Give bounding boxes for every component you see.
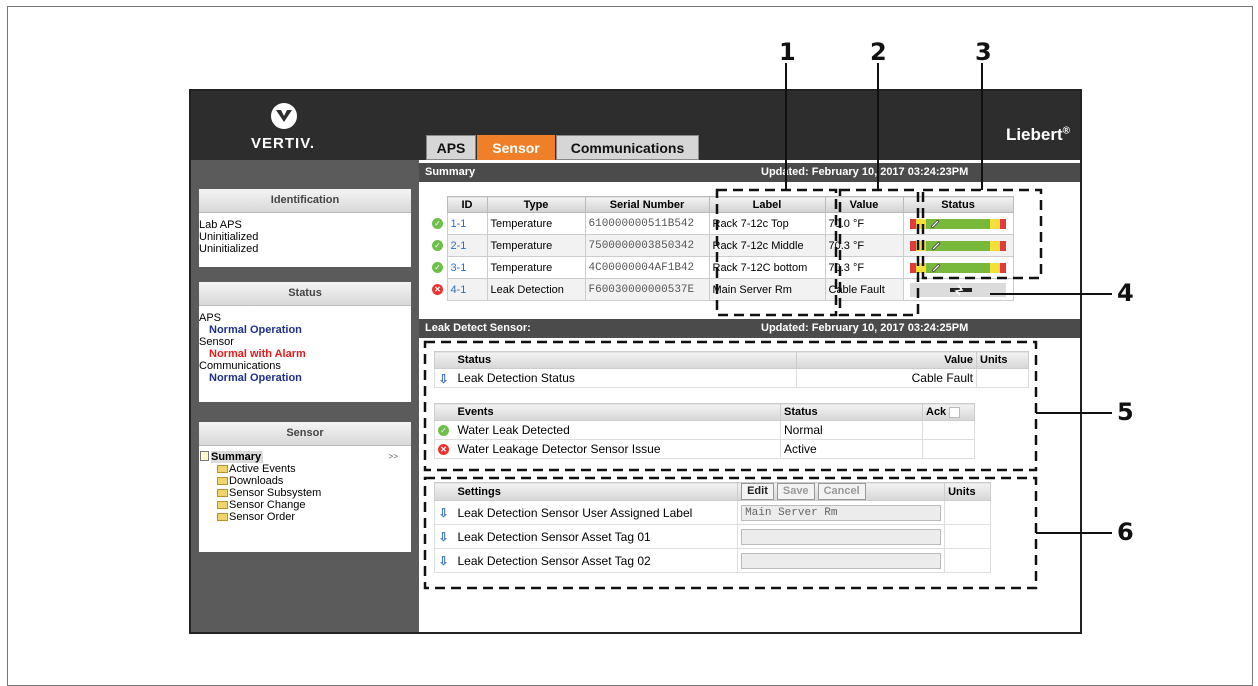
dashed-box-value (838, 188, 920, 317)
dashed-box-settings (423, 476, 1038, 590)
annotation-overlay (423, 63, 1112, 590)
dashed-box-events (423, 340, 1038, 472)
dashed-box-label (715, 188, 838, 317)
dashed-box-status (921, 188, 1043, 280)
